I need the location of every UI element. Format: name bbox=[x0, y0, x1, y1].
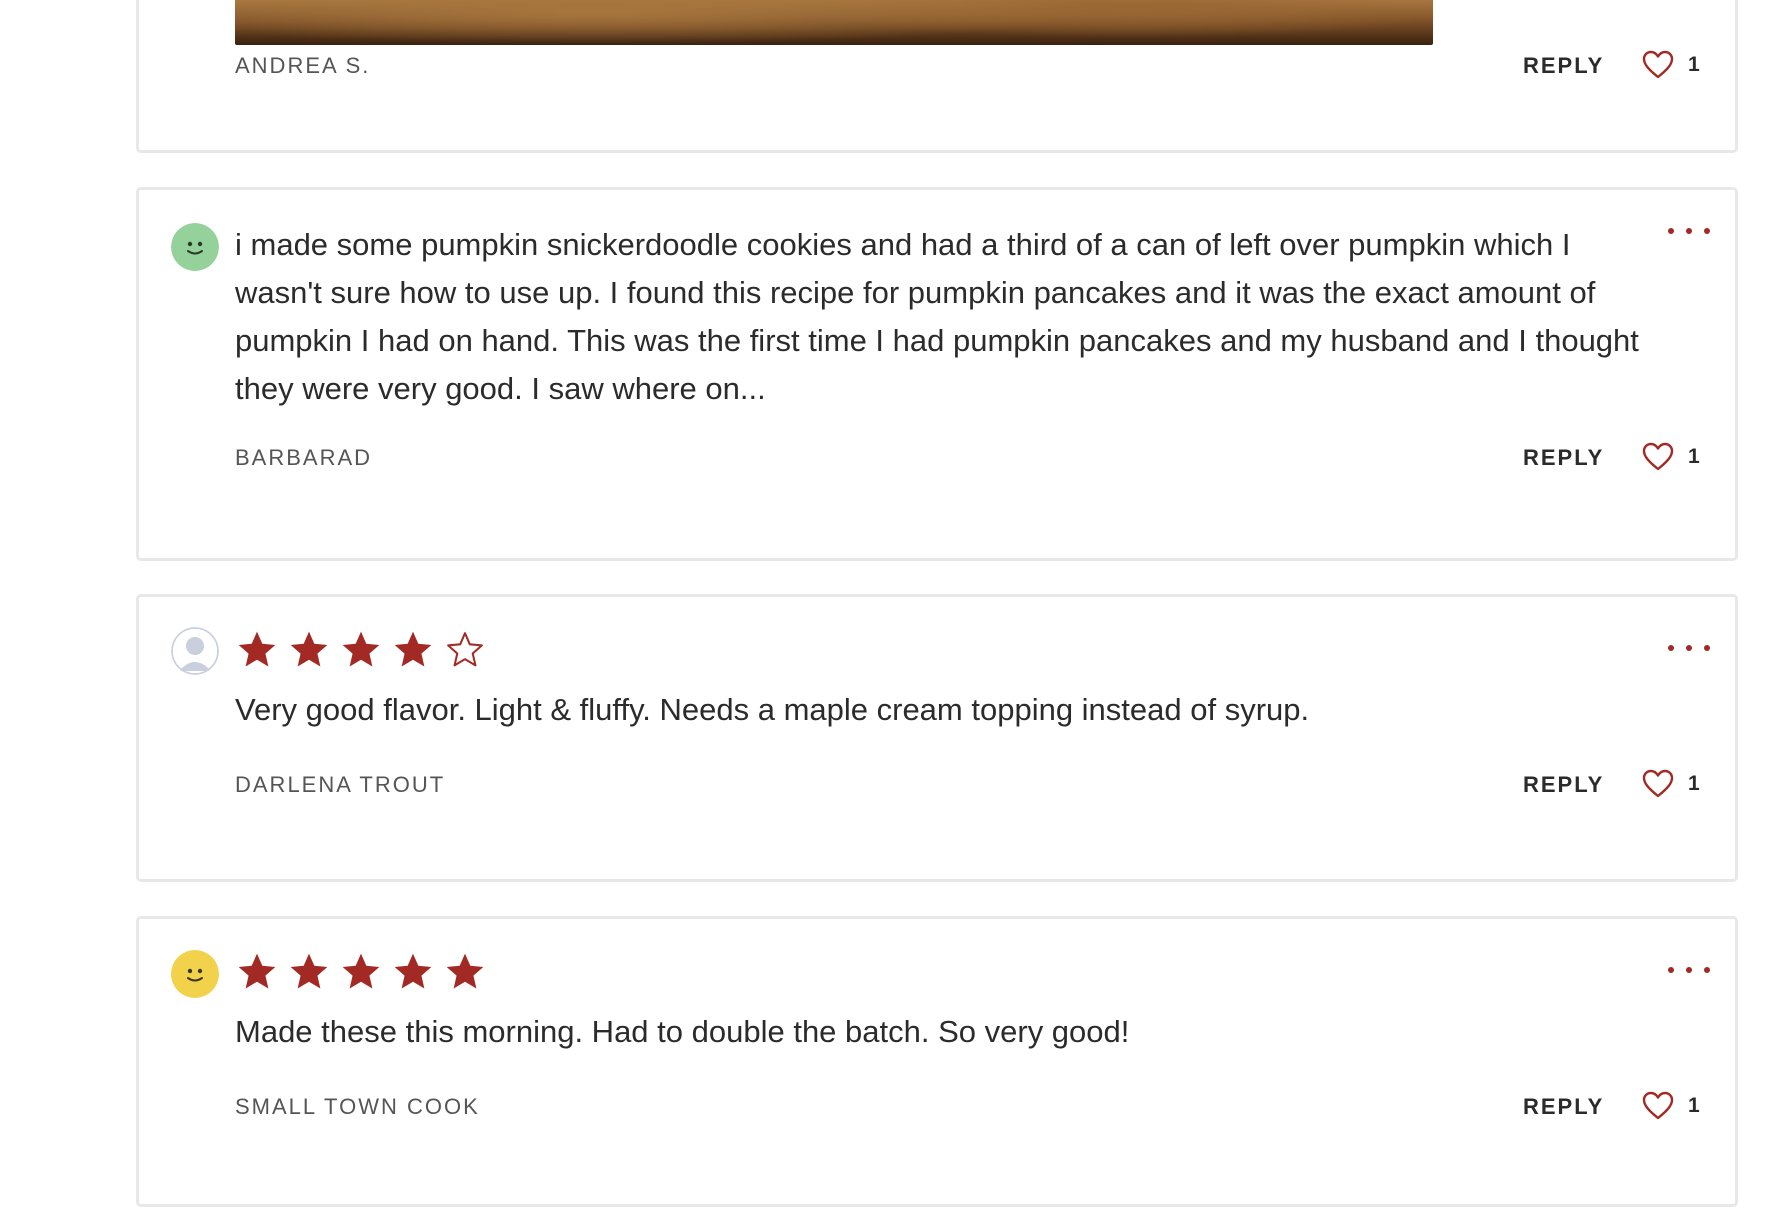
more-options-button[interactable] bbox=[1668, 641, 1710, 655]
more-options-button[interactable] bbox=[1668, 963, 1710, 977]
heart-icon bbox=[1642, 1091, 1674, 1121]
heart-icon bbox=[1642, 769, 1674, 799]
star-filled-icon bbox=[287, 950, 331, 994]
more-dots-icon bbox=[1704, 967, 1710, 973]
more-options-button[interactable] bbox=[1668, 224, 1710, 238]
star-filled-icon bbox=[391, 950, 435, 994]
review-text: i made some pumpkin snickerdoodle cookie… bbox=[235, 227, 1639, 406]
like-count: 1 bbox=[1688, 1094, 1700, 1117]
review-card: Made these this morning. Had to double t… bbox=[136, 916, 1738, 1207]
review-text: Very good flavor. Light & fluffy. Needs … bbox=[235, 692, 1310, 727]
star-filled-icon bbox=[235, 950, 279, 994]
star-filled-icon bbox=[339, 950, 383, 994]
reply-button[interactable]: REPLY bbox=[1523, 445, 1604, 471]
more-dots-icon bbox=[1668, 967, 1674, 973]
like-count: 1 bbox=[1688, 772, 1700, 795]
review-author[interactable]: BARBARAD bbox=[235, 445, 372, 471]
like-button[interactable]: 1 bbox=[1642, 442, 1700, 472]
avatar-smiley-yellow-icon[interactable] bbox=[171, 950, 219, 998]
like-count: 1 bbox=[1688, 53, 1700, 76]
heart-icon bbox=[1642, 442, 1674, 472]
like-button[interactable]: 1 bbox=[1642, 769, 1700, 799]
star-filled-icon bbox=[287, 628, 331, 672]
star-rating bbox=[235, 628, 487, 672]
review-author[interactable]: DARLENA TROUT bbox=[235, 772, 445, 798]
star-outline-icon bbox=[443, 628, 487, 672]
review-text: Made these this morning. Had to double t… bbox=[235, 1014, 1130, 1049]
review-author[interactable]: ANDREA S. bbox=[235, 53, 370, 79]
avatar-default-user-icon[interactable] bbox=[171, 627, 219, 675]
star-filled-icon bbox=[235, 628, 279, 672]
star-rating bbox=[235, 950, 487, 994]
star-filled-icon bbox=[339, 628, 383, 672]
review-author[interactable]: SMALL TOWN COOK bbox=[235, 1094, 480, 1120]
more-dots-icon bbox=[1704, 645, 1710, 651]
more-dots-icon bbox=[1686, 645, 1692, 651]
review-card: i made some pumpkin snickerdoodle cookie… bbox=[136, 187, 1738, 561]
more-dots-icon bbox=[1686, 967, 1692, 973]
like-button[interactable]: 1 bbox=[1642, 1091, 1700, 1121]
more-dots-icon bbox=[1668, 645, 1674, 651]
avatar-smiley-green-icon[interactable] bbox=[171, 223, 219, 271]
more-dots-icon bbox=[1668, 228, 1674, 234]
star-filled-icon bbox=[443, 950, 487, 994]
review-card: ANDREA S. REPLY 1 bbox=[136, 0, 1738, 153]
heart-icon bbox=[1642, 50, 1674, 80]
like-button[interactable]: 1 bbox=[1642, 50, 1700, 80]
star-filled-icon bbox=[391, 628, 435, 672]
reply-button[interactable]: REPLY bbox=[1523, 1094, 1604, 1120]
more-dots-icon bbox=[1686, 228, 1692, 234]
review-card: Very good flavor. Light & fluffy. Needs … bbox=[136, 594, 1738, 882]
like-count: 1 bbox=[1688, 445, 1700, 468]
reply-button[interactable]: REPLY bbox=[1523, 772, 1604, 798]
review-photo[interactable] bbox=[235, 0, 1433, 45]
more-dots-icon bbox=[1704, 228, 1710, 234]
reply-button[interactable]: REPLY bbox=[1523, 53, 1604, 79]
